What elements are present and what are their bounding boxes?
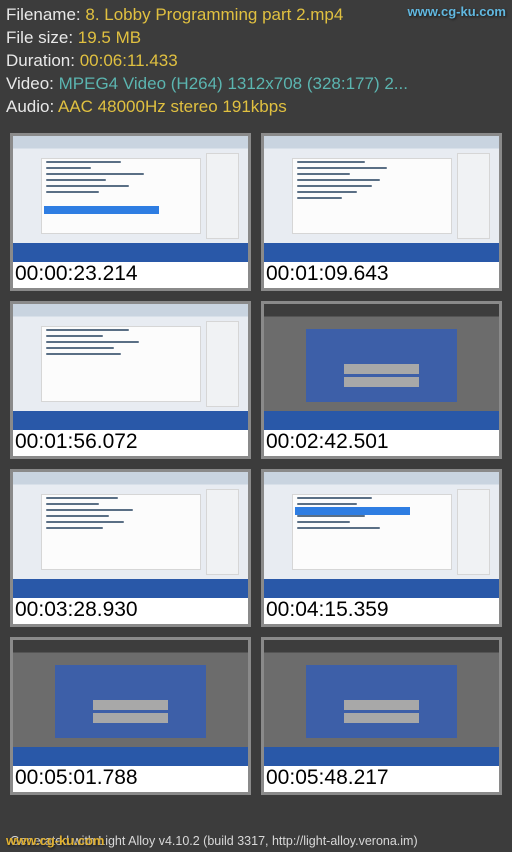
thumbnail-cell: 00:05:01.788 xyxy=(10,637,251,795)
thumbnail-image xyxy=(13,136,248,262)
thumbnail-image xyxy=(13,640,248,766)
value-audio: AAC 48000Hz stereo 191kbps xyxy=(58,97,287,116)
thumbnail-cell: 00:01:56.072 xyxy=(10,301,251,459)
thumbnail-timestamp: 00:04:15.359 xyxy=(264,598,499,624)
thumbnail-image xyxy=(264,136,499,262)
watermark-top: www.cg-ku.com xyxy=(408,4,506,19)
thumbnail-image xyxy=(13,472,248,598)
thumbnail-image xyxy=(13,304,248,430)
thumbnail-cell: 00:01:09.643 xyxy=(261,133,502,291)
thumbnail-timestamp: 00:05:48.217 xyxy=(264,766,499,792)
thumbnail-image xyxy=(264,640,499,766)
thumbnail-timestamp: 00:01:09.643 xyxy=(264,262,499,288)
thumbnail-cell: 00:04:15.359 xyxy=(261,469,502,627)
label-audio: Audio: xyxy=(6,97,58,116)
thumbnail-cell: 00:02:42.501 xyxy=(261,301,502,459)
thumbnail-image xyxy=(264,472,499,598)
thumbnail-timestamp: 00:00:23.214 xyxy=(13,262,248,288)
thumbnail-timestamp: 00:01:56.072 xyxy=(13,430,248,456)
thumbnails-grid: 00:00:23.214 00:01:09.643 00:01:56.072 0… xyxy=(0,123,512,803)
info-filesize: File size: 19.5 MB xyxy=(6,27,506,50)
thumbnail-cell: 00:03:28.930 xyxy=(10,469,251,627)
thumbnail-timestamp: 00:05:01.788 xyxy=(13,766,248,792)
label-video: Video: xyxy=(6,74,59,93)
value-filesize: 19.5 MB xyxy=(78,28,141,47)
value-duration: 00:06:11.433 xyxy=(80,51,178,70)
thumbnail-timestamp: 00:02:42.501 xyxy=(264,430,499,456)
thumbnail-image xyxy=(264,304,499,430)
thumbnail-timestamp: 00:03:28.930 xyxy=(13,598,248,624)
info-duration: Duration: 00:06:11.433 xyxy=(6,50,506,73)
value-filename: 8. Lobby Programming part 2.mp4 xyxy=(85,5,343,24)
label-duration: Duration: xyxy=(6,51,80,70)
label-filename: Filename: xyxy=(6,5,85,24)
thumbnail-cell: 00:00:23.214 xyxy=(10,133,251,291)
label-filesize: File size: xyxy=(6,28,78,47)
info-video: Video: MPEG4 Video (H264) 1312x708 (328:… xyxy=(6,73,506,96)
value-video: MPEG4 Video (H264) 1312x708 (328:177) 2.… xyxy=(59,74,408,93)
thumbnail-cell: 00:05:48.217 xyxy=(261,637,502,795)
info-audio: Audio: AAC 48000Hz stereo 191kbps xyxy=(6,96,506,119)
watermark-bottom: www.cg-ku.com xyxy=(6,833,104,848)
